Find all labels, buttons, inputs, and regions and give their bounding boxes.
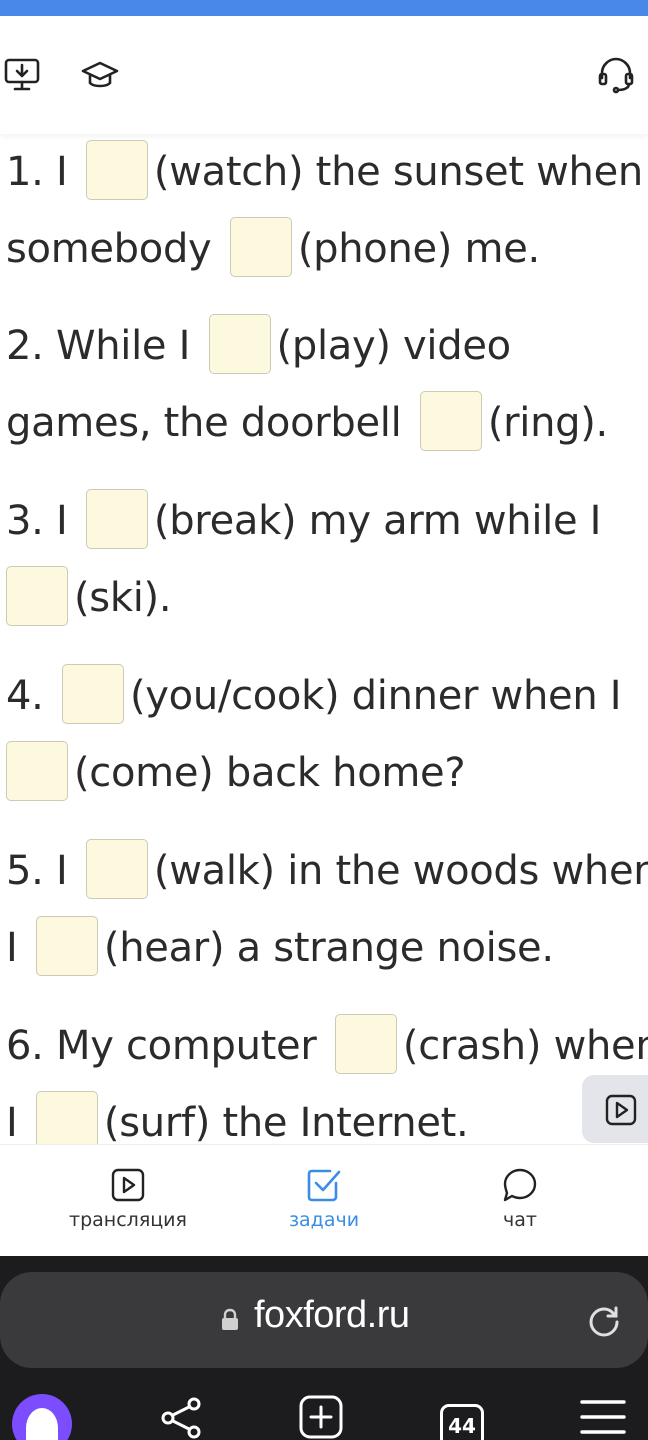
answer-blank[interactable] (61, 664, 124, 724)
question-text: I (6, 925, 30, 971)
answer-blank[interactable] (208, 314, 271, 374)
question-text: (crash) when (402, 1023, 648, 1069)
question-text: (break) my arm while I (153, 498, 602, 544)
question-text: (ring). (487, 400, 608, 446)
headset-icon[interactable] (596, 54, 636, 94)
question-text: 5. I (6, 848, 80, 894)
new-tab-button[interactable] (298, 1394, 344, 1440)
exercise-content: 1. I (watch) the sunset when somebody (p… (0, 134, 648, 1144)
answer-blank[interactable] (419, 391, 482, 451)
answer-blank[interactable] (35, 1091, 98, 1144)
play-square-icon (605, 1094, 637, 1126)
tabs-count-button[interactable]: 44 (440, 1404, 484, 1440)
url-text: foxford.ru (254, 1294, 410, 1336)
question-text: games, the doorbell (6, 400, 414, 446)
question-text: (play) video (276, 323, 512, 369)
share-button[interactable] (158, 1394, 204, 1440)
answer-blank[interactable] (85, 489, 148, 549)
answer-blank[interactable] (6, 741, 68, 801)
video-side-tab[interactable] (582, 1075, 648, 1143)
alice-assistant-button[interactable] (12, 1394, 72, 1440)
reload-icon[interactable] (584, 1302, 624, 1342)
nav-label: задачи (288, 1209, 360, 1231)
question-text: (you/cook) dinner when I (129, 673, 622, 719)
question-5: 5. I (walk) in the woods when I (hear) a… (6, 833, 648, 987)
question-text: (ski). (74, 575, 172, 621)
share-icon (161, 1397, 201, 1439)
question-text: (come) back home? (74, 750, 466, 796)
alice-icon (26, 1408, 58, 1440)
question-text: 4. (6, 673, 56, 719)
nav-item-chat[interactable]: чат (440, 1167, 600, 1231)
question-text: (watch) the sunset when (153, 149, 643, 195)
question-text: I (6, 1100, 30, 1144)
question-2: 2. While I (play) video games, the doorb… (6, 308, 646, 462)
bottom-nav: трансляция задачи чат (0, 1144, 648, 1256)
graduation-cap-icon[interactable] (80, 54, 120, 94)
question-text: (hear) a strange noise. (103, 925, 554, 971)
top-accent-strip (0, 0, 648, 16)
answer-blank[interactable] (334, 1014, 397, 1074)
question-text: 1. I (6, 149, 80, 195)
nav-label: трансляция (69, 1209, 187, 1231)
question-text: somebody (6, 226, 224, 272)
answer-blank[interactable] (229, 217, 292, 277)
question-text: 6. My computer (6, 1023, 329, 1069)
plus-square-icon (299, 1395, 343, 1439)
question-text: (phone) me. (297, 226, 540, 272)
question-6: 6. My computer (crash) when I (surf) the… (6, 1008, 648, 1144)
question-3: 3. I (break) my arm while I (ski). (6, 483, 646, 637)
chat-bubble-icon (503, 1168, 537, 1202)
question-text: (surf) the Internet. (103, 1100, 469, 1144)
play-square-icon (111, 1168, 145, 1202)
question-text: 2. While I (6, 323, 203, 369)
nav-item-tasks[interactable]: задачи (244, 1167, 404, 1231)
question-1: 1. I (watch) the sunset when somebody (p… (6, 134, 646, 288)
nav-item-broadcast[interactable]: трансляция (48, 1167, 208, 1231)
question-text: (walk) in the woods when (153, 848, 648, 894)
hamburger-menu-icon (580, 1400, 626, 1434)
download-screen-icon[interactable] (2, 54, 42, 94)
question-text: 3. I (6, 498, 80, 544)
menu-button[interactable] (580, 1394, 626, 1440)
answer-blank[interactable] (85, 140, 148, 200)
checkbox-icon (307, 1169, 341, 1202)
question-4: 4. (you/cook) dinner when I (come) back … (6, 658, 646, 812)
lock-icon (222, 1308, 238, 1330)
app-header (0, 16, 648, 134)
browser-chrome: foxford.ru 44 (0, 1256, 648, 1440)
address-bar[interactable]: foxford.ru (0, 1272, 648, 1368)
answer-blank[interactable] (35, 916, 98, 976)
nav-label: чат (503, 1209, 537, 1231)
answer-blank[interactable] (85, 839, 148, 899)
answer-blank[interactable] (6, 566, 68, 626)
